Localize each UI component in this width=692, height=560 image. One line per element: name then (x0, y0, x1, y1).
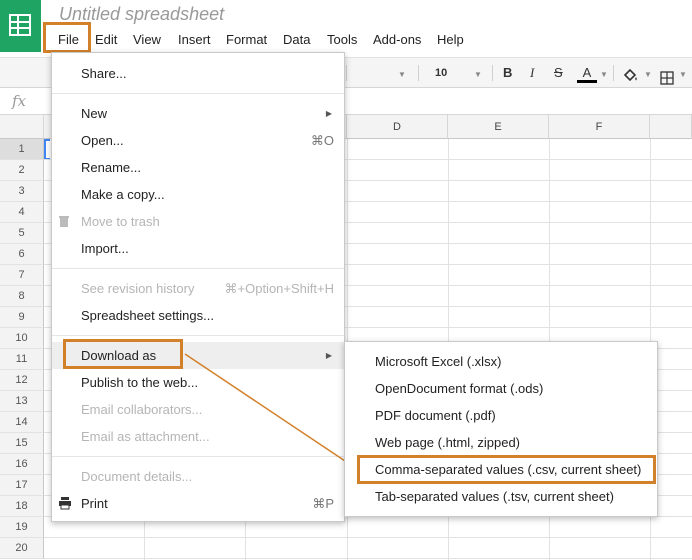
download-as-submenu: Microsoft Excel (.xlsx) OpenDocument for… (344, 341, 658, 517)
csv-option-highlight (357, 455, 656, 484)
menu-revision-history: See revision history ⌘+Option+Shift+H (81, 281, 334, 296)
print-icon (59, 497, 71, 510)
menu-spreadsheet-settings[interactable]: Spreadsheet settings... (52, 302, 344, 329)
menu-edit[interactable]: Edit (95, 28, 117, 54)
toolbar-divider (346, 65, 347, 81)
select-all-corner[interactable] (0, 115, 44, 139)
row-header-13[interactable]: 13 (0, 391, 44, 412)
download-tsv[interactable]: Tab-separated values (.tsv, current shee… (345, 483, 657, 510)
row-header-16[interactable]: 16 (0, 454, 44, 475)
menu-open[interactable]: Open... ⌘O (52, 127, 344, 154)
column-header[interactable] (650, 115, 692, 139)
fx-icon: fx (12, 92, 27, 110)
menu-data[interactable]: Data (283, 28, 310, 54)
text-color-swatch (577, 80, 597, 83)
grid-line (44, 537, 692, 538)
menu-make-copy[interactable]: Make a copy... (52, 181, 344, 208)
row-header-12[interactable]: 12 (0, 370, 44, 391)
submenu-arrow-icon: ▶ (325, 351, 332, 360)
menu-publish-to-web[interactable]: Publish to the web... (52, 369, 344, 396)
row-header-10[interactable]: 10 (0, 328, 44, 349)
menu-import[interactable]: Import... (52, 235, 344, 262)
row-header-2[interactable]: 2 (0, 160, 44, 181)
bold-button[interactable]: B (503, 58, 512, 88)
row-header-19[interactable]: 19 (0, 517, 44, 538)
font-size-select[interactable]: 10 (435, 58, 447, 88)
row-header-15[interactable]: 15 (0, 433, 44, 454)
row-header-20[interactable]: 20 (0, 538, 44, 559)
submenu-arrow-icon: ▶ (325, 109, 332, 118)
column-header-e[interactable]: E (448, 115, 549, 139)
text-color-label: A (582, 65, 592, 80)
row-header-11[interactable]: 11 (0, 349, 44, 370)
download-html[interactable]: Web page (.html, zipped) (345, 429, 657, 456)
app-header: Untitled spreadsheet File Edit View Inse… (0, 0, 692, 57)
row-header-17[interactable]: 17 (0, 475, 44, 496)
menu-separator (52, 456, 344, 457)
row-header-5[interactable]: 5 (0, 223, 44, 244)
row-header-1[interactable]: 1 (0, 139, 44, 160)
file-menu-highlight (43, 22, 91, 53)
fill-color-icon[interactable] (622, 65, 640, 82)
menu-help[interactable]: Help (437, 28, 464, 54)
row-header-9[interactable]: 9 (0, 307, 44, 328)
sheets-logo[interactable] (0, 0, 41, 52)
menu-share[interactable]: Share... (52, 60, 344, 87)
menu-print[interactable]: Print ⌘P (52, 490, 344, 517)
menu-view[interactable]: View (133, 28, 161, 54)
toolbar-divider (418, 65, 419, 81)
borders-icon[interactable] (660, 66, 674, 85)
menu-tools[interactable]: Tools (327, 28, 357, 54)
download-ods[interactable]: OpenDocument format (.ods) (345, 375, 657, 402)
menu-separator (52, 335, 344, 336)
download-xlsx[interactable]: Microsoft Excel (.xlsx) (345, 348, 657, 375)
menu-email-collaborators: Email collaborators... (81, 402, 203, 417)
menu-format[interactable]: Format (226, 28, 267, 54)
font-dropdown-arrow[interactable]: ▼ (398, 58, 406, 88)
menu-move-to-trash: Move to trash (52, 208, 344, 235)
menu-document-details: Document details... (81, 469, 193, 484)
menu-insert[interactable]: Insert (178, 28, 211, 54)
row-header-7[interactable]: 7 (0, 265, 44, 286)
column-header-f[interactable]: F (549, 115, 650, 139)
font-size-dropdown-arrow[interactable]: ▼ (474, 58, 482, 88)
download-as-highlight (63, 339, 183, 369)
text-color-dropdown-arrow[interactable]: ▼ (600, 58, 608, 88)
row-header-14[interactable]: 14 (0, 412, 44, 433)
row-header-18[interactable]: 18 (0, 496, 44, 517)
grid-line (44, 558, 692, 559)
row-header-3[interactable]: 3 (0, 181, 44, 202)
row-header-8[interactable]: 8 (0, 286, 44, 307)
toolbar-divider (492, 65, 493, 81)
strikethrough-button[interactable]: S (554, 58, 563, 88)
menu-rename[interactable]: Rename... (52, 154, 344, 181)
row-header-4[interactable]: 4 (0, 202, 44, 223)
menu-new[interactable]: New ▶ (52, 100, 344, 127)
file-menu: Share... New ▶ Open... ⌘O Rename... Make a… (51, 52, 345, 522)
download-pdf[interactable]: PDF document (.pdf) (345, 402, 657, 429)
borders-dropdown-arrow[interactable]: ▼ (679, 58, 687, 88)
trash-icon (59, 216, 69, 227)
column-header-d[interactable]: D (347, 115, 448, 139)
menu-addons[interactable]: Add-ons (373, 28, 421, 54)
active-cell-a1[interactable] (44, 139, 50, 160)
sheets-logo-icon (9, 14, 31, 36)
italic-button[interactable]: I (530, 58, 534, 88)
text-color-button[interactable]: A (577, 58, 597, 88)
toolbar-divider (613, 65, 614, 81)
menu-separator (52, 268, 344, 269)
row-header-6[interactable]: 6 (0, 244, 44, 265)
menu-email-attachment: Email as attachment... (81, 429, 210, 444)
menu-separator (52, 93, 344, 94)
fill-color-dropdown-arrow[interactable]: ▼ (644, 58, 652, 88)
